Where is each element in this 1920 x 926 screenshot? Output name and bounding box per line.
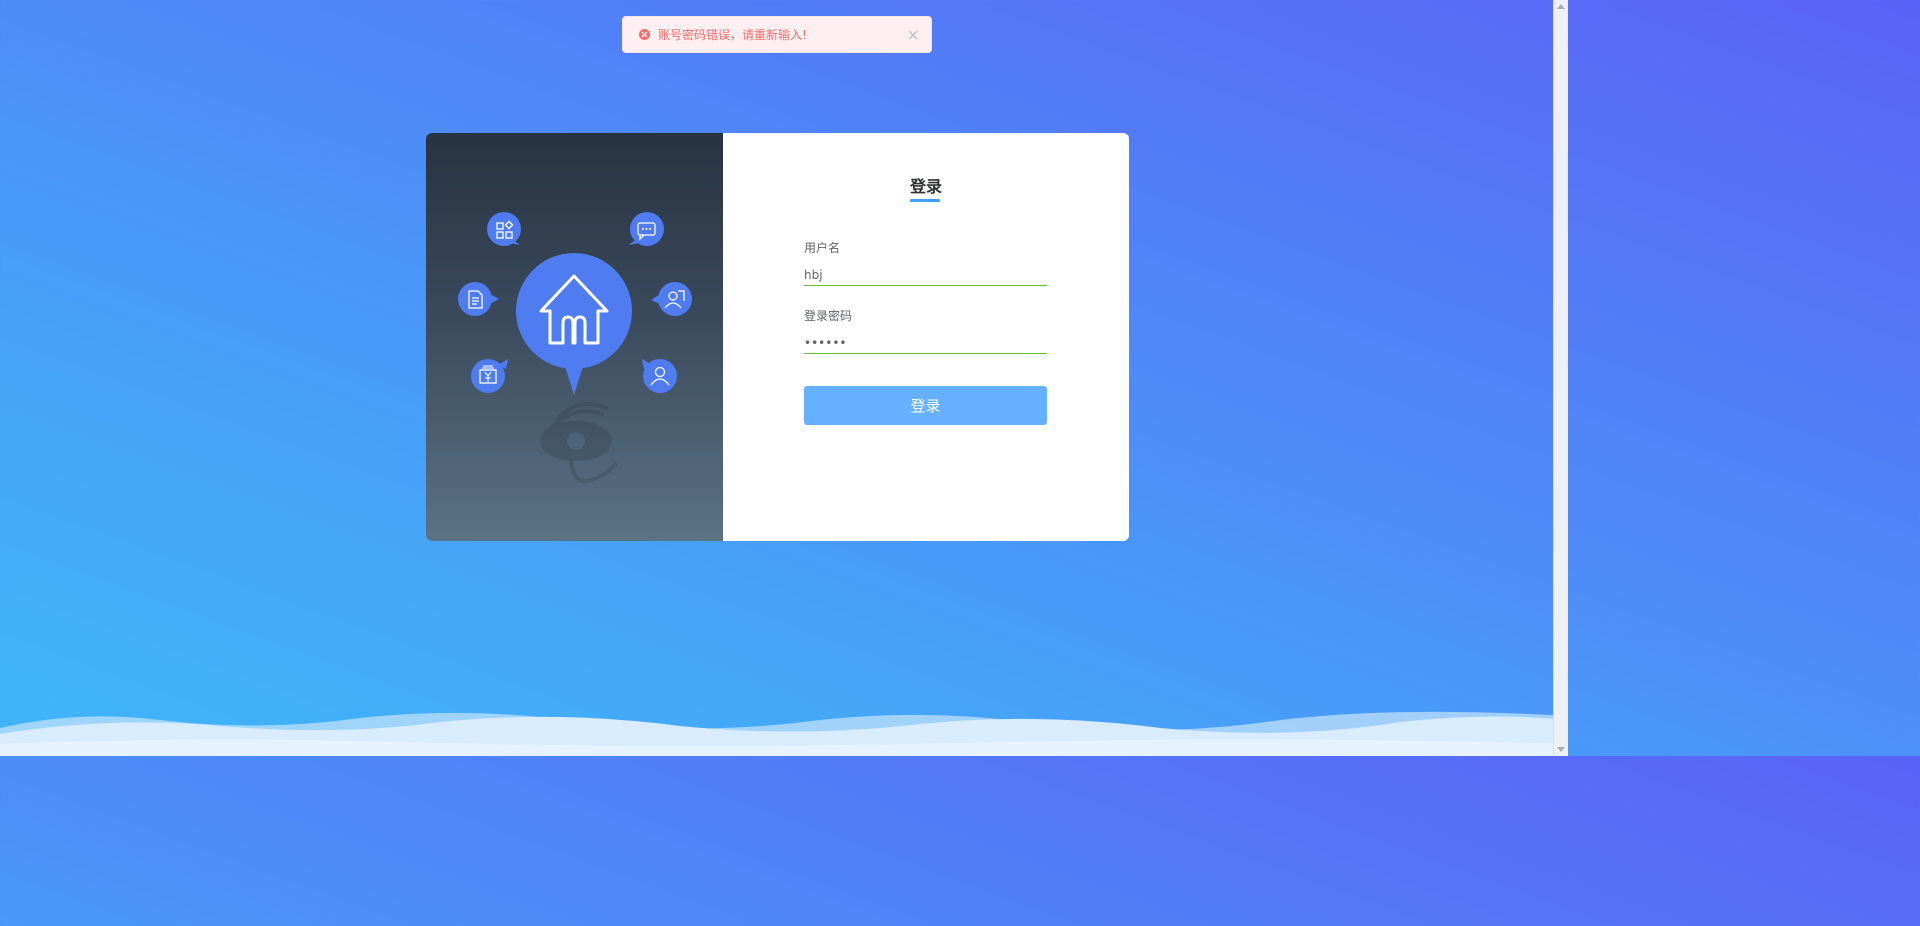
password-label: 登录密码 [804,309,853,323]
login-title: 登录 [909,177,942,196]
user-icon [642,359,677,393]
vertical-scrollbar[interactable] [1553,0,1568,756]
close-icon[interactable] [907,29,919,41]
title-underline [910,199,940,202]
username-label: 用户名 [804,241,841,255]
login-card: 登录 用户名 登录密码 登录 [426,133,1129,541]
password-input[interactable] [804,332,1047,354]
scroll-down-icon[interactable] [1557,747,1565,752]
illustration [458,212,692,484]
user-card-icon [651,282,692,316]
document-icon [458,282,499,316]
home-icon [516,253,632,395]
eye-logo [540,402,618,484]
login-button[interactable]: 登录 [804,386,1047,425]
apps-icon [487,212,521,246]
scroll-up-icon[interactable] [1557,4,1565,9]
yuan-wallet-icon [471,359,508,393]
username-input[interactable] [804,264,1047,286]
chat-icon [628,212,664,246]
toast-message: 账号密码错误，请重新输入! [658,28,807,42]
error-toast: 账号密码错误，请重新输入! [622,16,932,53]
illustration-panel [426,133,723,541]
login-form: 登录 用户名 登录密码 登录 [723,133,1129,541]
wave-decoration [0,711,1568,756]
error-icon [639,29,650,40]
